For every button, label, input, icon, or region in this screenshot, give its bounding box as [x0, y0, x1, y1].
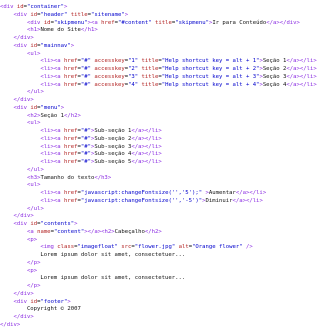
code-line: <div id="footer">: [13, 298, 71, 305]
code-line: <li><a href="#">Sub-seção 4</a></li>: [40, 151, 162, 158]
code-line: <li><a href="#" accesskey="1" title="Hel…: [40, 58, 317, 65]
code-line: </div>: [0, 321, 21, 328]
code-line: <div id="menu">: [13, 104, 65, 111]
code-line: <li><a href="#">Sub-seção 2</a></li>: [40, 135, 162, 142]
code-line: <li><a href="#">Sub-seção 5</a></li>: [40, 159, 162, 165]
code-line: Lorem ipsum dolor sit amet, consectetuer…: [0, 275, 186, 282]
code-line: </div>: [13, 35, 34, 41]
code-line: </div>: [13, 213, 34, 220]
code-line: Copyright © 2007: [0, 306, 81, 313]
code-line: <li><a href="#" accesskey="2" title="Hel…: [40, 66, 317, 72]
code-line: <ul>: [26, 182, 41, 189]
code-line: <li><a href="#" accesskey="3" title="Hel…: [40, 73, 317, 80]
code-line: <h1>Nome do Site</h1>: [26, 27, 98, 34]
code-line: </ul>: [26, 205, 44, 212]
code-line: </ul>: [26, 166, 44, 173]
code-line: <h3>Tamanho do texto</h3>: [26, 174, 112, 181]
code-line: <li><a href="#">Sub-seção 3</a></li>: [40, 143, 162, 150]
code-line: <div id="mainnav">: [13, 42, 75, 49]
code-line: </div>: [13, 97, 34, 103]
code-line: <ul>: [26, 50, 41, 57]
code-line: <li><a href="javascript:changeFontsize('…: [40, 190, 267, 196]
code-line: Lorem ipsum dolor sit amet, consectetuer…: [0, 252, 186, 258]
code-line: <h2>Seção 1</h2>: [26, 112, 81, 119]
code-viewer: <div id="container"> <div id="header" ti…: [0, 0, 320, 328]
code-line: </p>: [26, 283, 41, 289]
code-line: </p>: [26, 259, 41, 266]
code-line: <a name="content"></a><h2>Cabeçalho</h2>: [26, 228, 162, 235]
code-line: <div id="skipmenu"><a href="#content" ti…: [26, 19, 300, 26]
code-line: <div id="container">: [0, 4, 68, 10]
code-line: </div>: [13, 290, 34, 297]
code-line: <p>: [26, 236, 38, 243]
code-line: <div id="contents">: [13, 221, 78, 227]
code-line: <li><a href="javascript:changeFontsize('…: [40, 197, 263, 204]
code-line: </ul>: [26, 89, 44, 96]
code-line: </div>: [13, 314, 34, 320]
code-line: <li><a href="#">Sub-seção 1</a></li>: [40, 128, 162, 134]
code-line: <p>: [26, 267, 38, 274]
code-lines: <div id="container"> <div id="header" ti…: [0, 4, 320, 330]
code-line: <div id="header" title="sitename">: [13, 11, 129, 18]
code-line: <li><a href="#" accesskey="4" title="Hel…: [40, 81, 317, 88]
code-line: <ul>: [26, 120, 41, 127]
code-line: <img class="imagefloat" src="flower.jpg"…: [40, 244, 253, 251]
